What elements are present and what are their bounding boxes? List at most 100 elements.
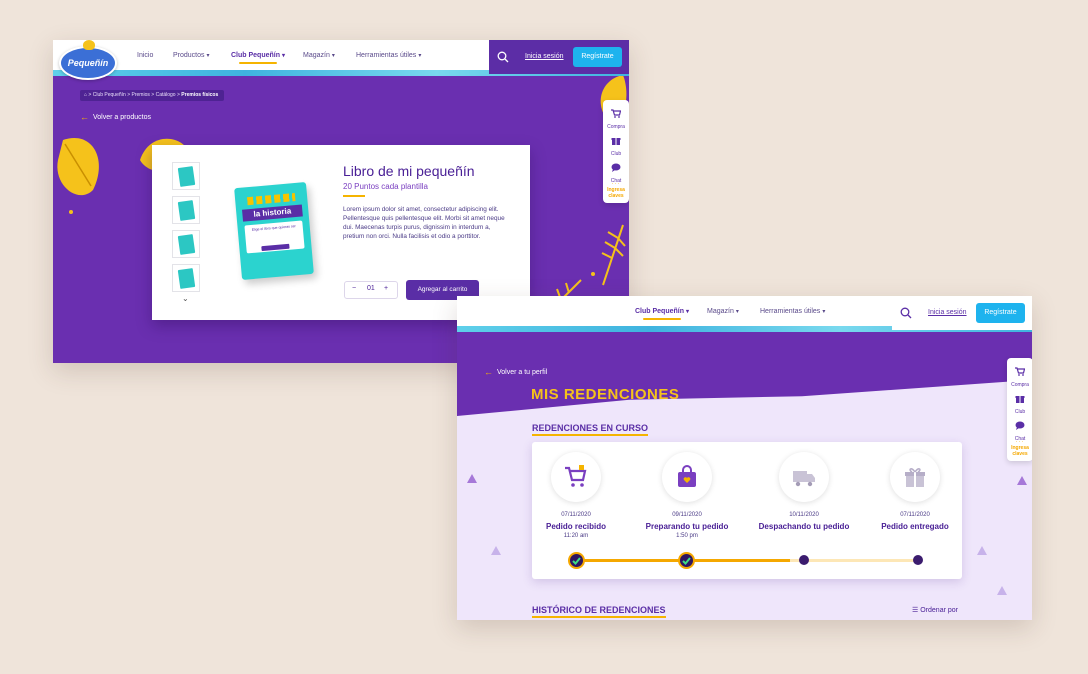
cart-icon <box>611 109 622 118</box>
triangle-decoration <box>997 586 1007 595</box>
section-title-in-progress: REDENCIONES EN CURSO <box>532 423 649 436</box>
side-chat[interactable]: Chat <box>1007 412 1032 442</box>
step-node-pending <box>799 555 809 565</box>
triangle-decoration <box>467 474 477 483</box>
minus-icon[interactable]: − <box>352 285 356 292</box>
nav-magazin[interactable]: Magazín ▾ <box>707 308 739 315</box>
stars-decoration <box>246 193 296 206</box>
logo[interactable]: Pequeñín <box>59 40 117 80</box>
product-thumbnail[interactable] <box>172 162 200 190</box>
breadcrumb-item[interactable]: Club Pequeñín <box>93 92 126 98</box>
login-link[interactable]: Inicia sesión <box>928 309 967 316</box>
step-icon-circle <box>662 452 712 502</box>
register-button[interactable]: Regístrate <box>573 47 622 67</box>
nav-herramientas-label: Herramientas útiles <box>356 52 417 59</box>
side-ingresa-claves[interactable]: Ingresa claves <box>1007 445 1032 461</box>
breadcrumb-item[interactable]: Catálogo <box>156 92 176 98</box>
side-compra[interactable]: Compra <box>603 100 629 130</box>
product-description: Lorem ipsum dolor sit amet, consectetur … <box>343 206 505 240</box>
product-thumbnail[interactable] <box>172 196 200 224</box>
chevron-down-icon[interactable]: ⌄ <box>182 294 189 303</box>
step-name: Pedido entregado <box>881 522 949 531</box>
chevron-down-icon: ▾ <box>822 309 826 315</box>
chevron-down-icon: ▾ <box>686 309 690 315</box>
step-name: Pedido recibido <box>545 522 606 531</box>
dot-decoration <box>591 272 595 276</box>
side-club[interactable]: Club <box>603 127 629 157</box>
leaf-decoration <box>57 138 99 196</box>
chevron-down-icon: ▾ <box>282 53 286 59</box>
duck-icon <box>83 40 95 50</box>
back-to-profile-link[interactable]: ← Volver a tu perfil <box>484 367 547 377</box>
bag-icon <box>678 465 696 487</box>
nav-club[interactable]: Club Pequeñín ▾ <box>231 52 286 64</box>
side-compra[interactable]: Compra <box>1007 358 1032 388</box>
home-icon[interactable]: ⌂ <box>84 92 87 98</box>
book-cover-title: la historia <box>242 204 303 222</box>
side-club[interactable]: Club <box>1007 385 1032 415</box>
login-link[interactable]: Inicia sesión <box>525 53 564 60</box>
quantity-stepper: − 01 + <box>344 281 398 299</box>
check-icon <box>572 557 581 565</box>
gift-icon <box>905 468 925 487</box>
page-title: MIS REDENCIONES <box>531 386 680 403</box>
step-icon-circle <box>551 452 601 502</box>
breadcrumb-item[interactable]: Premios <box>132 92 150 98</box>
quantity-value: 01 <box>367 285 375 292</box>
side-compra-label: Compra <box>1011 382 1029 388</box>
chat-icon <box>1015 421 1025 430</box>
product-points: 20 Puntos cada plantilla <box>343 182 428 191</box>
top-nav: Club Pequeñín ▾ Magazín ▾ Herramientas úti… <box>457 296 1032 332</box>
step-node-pending <box>913 555 923 565</box>
book-cover-caption: Elige el libro que quieras ser <box>251 224 296 232</box>
nav-magazin[interactable]: Magazín ▾ <box>303 52 335 59</box>
arrow-left-icon: ← <box>484 367 493 377</box>
side-chat[interactable]: Chat <box>603 154 629 184</box>
nav-inicio[interactable]: Inicio <box>137 52 153 59</box>
product-thumbnail[interactable] <box>172 230 200 258</box>
breadcrumb: ⌂ > Club Pequeñín > Premios > Catálogo >… <box>80 90 225 101</box>
step-date: 07/11/2020 <box>561 512 591 518</box>
side-ingresa-claves[interactable]: Ingresa claves <box>603 187 629 203</box>
search-icon[interactable] <box>497 51 509 63</box>
sort-label: Ordenar por <box>920 607 958 614</box>
register-button[interactable]: Regístrate <box>976 303 1025 323</box>
nav-magazin-label: Magazín <box>303 52 330 59</box>
nav-magazin-label: Magazín <box>707 308 734 315</box>
step-time <box>860 533 970 541</box>
step-node-done <box>678 552 695 569</box>
step-node-done <box>568 552 585 569</box>
section-title-history: HISTÓRICO DE REDENCIONES <box>532 605 666 618</box>
product-thumbnail[interactable] <box>172 264 200 292</box>
nav-herramientas[interactable]: Herramientas útiles ▾ <box>760 308 825 315</box>
cart-icon <box>565 465 587 487</box>
product-title: Libro de mi pequeñín <box>343 163 475 179</box>
nav-productos[interactable]: Productos ▾ <box>173 52 210 59</box>
nav-club-label: Club Pequeñín <box>635 308 684 315</box>
chevron-down-icon: ▾ <box>735 309 739 315</box>
step-time: 1:50 pm <box>676 533 698 539</box>
step-time: 11:20 am <box>563 533 589 539</box>
side-widget: Compra Club Chat ··· Ingresa claves <box>603 100 629 203</box>
search-icon[interactable] <box>900 307 912 319</box>
triangle-decoration <box>977 546 987 555</box>
side-widget: Compra Club Chat ··· Ingresa claves <box>1007 358 1032 461</box>
back-to-products-link[interactable]: ← Volver a productos <box>80 112 151 122</box>
progress-track <box>577 559 920 562</box>
nav-herramientas[interactable]: Herramientas útiles ▾ <box>356 52 421 59</box>
chevron-down-icon: ▾ <box>331 53 335 59</box>
product-card: ⌄ la historia Elige el libro que quieras… <box>152 145 530 320</box>
step-name: Preparando tu pedido <box>645 522 729 531</box>
nav-herramientas-label: Herramientas útiles <box>760 308 821 315</box>
plus-icon[interactable]: + <box>384 285 388 292</box>
sort-button[interactable]: ☰ Ordenar por <box>912 606 958 614</box>
sort-icon: ☰ <box>912 607 919 614</box>
step-date: 10/11/2020 <box>789 512 819 518</box>
nav-account-area: Inicia sesión Regístrate <box>489 40 629 74</box>
nav-club[interactable]: Club Pequeñín ▾ <box>635 308 690 320</box>
triangle-decoration <box>1017 476 1027 485</box>
back-label: Volver a productos <box>93 114 151 121</box>
triangle-decoration <box>491 546 501 555</box>
step-delivered: 07/11/2020 Pedido entregado <box>860 452 970 541</box>
step-time <box>749 533 859 541</box>
